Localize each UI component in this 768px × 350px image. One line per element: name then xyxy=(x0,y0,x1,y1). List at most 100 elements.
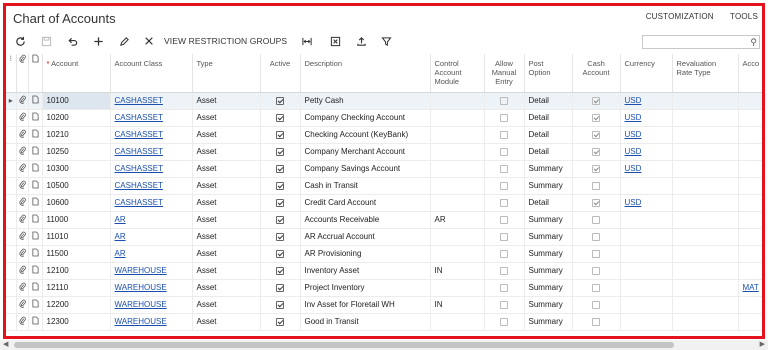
type-cell[interactable]: Asset xyxy=(192,245,261,263)
account-class-link[interactable]: CASHASSET xyxy=(115,96,163,105)
type-cell[interactable]: Asset xyxy=(192,194,261,212)
currency-cell[interactable] xyxy=(620,228,673,246)
active-cell[interactable] xyxy=(260,262,301,280)
control-module-cell[interactable] xyxy=(430,177,485,195)
currency-cell[interactable] xyxy=(620,245,673,263)
post-option-cell[interactable]: Summary xyxy=(524,262,573,280)
attachment-icon[interactable] xyxy=(16,313,29,331)
active-checkbox[interactable] xyxy=(276,198,284,207)
accounting-group-cell[interactable] xyxy=(738,211,762,229)
cash-account-cell[interactable] xyxy=(572,313,621,331)
currency-cell[interactable]: USD xyxy=(620,92,673,110)
account-class-link[interactable]: WAREHOUSE xyxy=(115,266,167,275)
account-class-link[interactable]: WAREHOUSE xyxy=(115,283,167,292)
account-class-cell[interactable]: CASHASSET xyxy=(110,92,193,110)
table-row[interactable]: 12100 WAREHOUSE Asset Inventory Asset IN Summ… xyxy=(6,262,762,280)
manual-entry-cell[interactable] xyxy=(484,177,525,195)
table-row[interactable]: 11010 AR Asset AR Accrual Account Summary xyxy=(6,228,762,246)
description-cell[interactable]: Accounts Receivable xyxy=(300,211,431,229)
accounting-group-cell[interactable]: MAT xyxy=(738,279,762,297)
description-cell[interactable]: Inventory Asset xyxy=(300,262,431,280)
currency-cell[interactable]: USD xyxy=(620,194,673,212)
col-account[interactable]: * Account xyxy=(42,54,111,93)
currency-link[interactable]: USD xyxy=(625,147,642,156)
table-row[interactable]: 11000 AR Asset Accounts Receivable AR Summary xyxy=(6,211,762,229)
account-cell[interactable]: 10200 xyxy=(42,109,111,127)
accounting-group-cell[interactable] xyxy=(738,160,762,178)
account-class-cell[interactable]: WAREHOUSE xyxy=(110,296,193,314)
account-class-link[interactable]: AR xyxy=(115,232,126,241)
tools-link[interactable]: TOOLS xyxy=(730,12,758,21)
table-row[interactable]: 10300 CASHASSET Asset Company Savings Accou… xyxy=(6,160,762,178)
row-selector[interactable] xyxy=(6,296,17,314)
attachment-icon[interactable] xyxy=(16,262,29,280)
col-accounting-group[interactable]: Acco xyxy=(738,54,762,93)
row-selector[interactable] xyxy=(6,279,17,297)
accounting-group-cell[interactable] xyxy=(738,262,762,280)
active-checkbox[interactable] xyxy=(276,147,284,156)
account-cell[interactable]: 11010 xyxy=(42,228,111,246)
currency-cell[interactable]: USD xyxy=(620,160,673,178)
active-checkbox[interactable] xyxy=(276,283,284,292)
row-selector[interactable]: ▸ xyxy=(6,92,17,110)
attachment-icon[interactable] xyxy=(16,109,29,127)
revaluation-cell[interactable] xyxy=(672,279,739,297)
revaluation-cell[interactable] xyxy=(672,109,739,127)
row-selector[interactable] xyxy=(6,160,17,178)
active-checkbox[interactable] xyxy=(276,266,284,275)
account-cell[interactable]: 10600 xyxy=(42,194,111,212)
active-cell[interactable] xyxy=(260,194,301,212)
currency-cell[interactable] xyxy=(620,296,673,314)
active-checkbox[interactable] xyxy=(276,317,284,326)
cash-account-cell[interactable] xyxy=(572,194,621,212)
type-cell[interactable]: Asset xyxy=(192,92,261,110)
col-account-class[interactable]: Account Class xyxy=(110,54,193,93)
account-cell[interactable]: 10500 xyxy=(42,177,111,195)
note-icon[interactable] xyxy=(28,126,43,144)
account-class-link[interactable]: AR xyxy=(115,215,126,224)
active-cell[interactable] xyxy=(260,245,301,263)
account-class-link[interactable]: CASHASSET xyxy=(115,113,163,122)
currency-cell[interactable] xyxy=(620,262,673,280)
manual-entry-cell[interactable] xyxy=(484,245,525,263)
row-selector[interactable] xyxy=(6,245,17,263)
control-module-cell[interactable] xyxy=(430,228,485,246)
currency-link[interactable]: USD xyxy=(625,198,642,207)
active-checkbox[interactable] xyxy=(276,300,284,309)
table-row[interactable]: 10210 CASHASSET Asset Checking Account (Key… xyxy=(6,126,762,144)
manual-entry-cell[interactable] xyxy=(484,262,525,280)
account-class-link[interactable]: WAREHOUSE xyxy=(115,300,167,309)
col-cash-account[interactable]: Cash Account xyxy=(572,54,621,93)
account-class-link[interactable]: WAREHOUSE xyxy=(115,317,167,326)
filter-icon[interactable] xyxy=(378,33,394,49)
scroll-left-icon[interactable]: ◀ xyxy=(3,340,8,348)
revaluation-cell[interactable] xyxy=(672,262,739,280)
view-restriction-groups-button[interactable]: VIEW RESTRICTION GROUPS xyxy=(164,36,287,46)
manual-entry-cell[interactable] xyxy=(484,228,525,246)
account-class-cell[interactable]: CASHASSET xyxy=(110,194,193,212)
description-cell[interactable]: Petty Cash xyxy=(300,92,431,110)
table-row[interactable]: 10600 CASHASSET Asset Credit Card Account De… xyxy=(6,194,762,212)
description-cell[interactable]: Credit Card Account xyxy=(300,194,431,212)
active-cell[interactable] xyxy=(260,160,301,178)
accounting-group-cell[interactable] xyxy=(738,126,762,144)
account-cell[interactable]: 11500 xyxy=(42,245,111,263)
currency-cell[interactable] xyxy=(620,211,673,229)
row-selector-header[interactable]: ⁝ xyxy=(6,54,17,93)
revaluation-cell[interactable] xyxy=(672,194,739,212)
revaluation-cell[interactable] xyxy=(672,92,739,110)
description-cell[interactable]: Company Merchant Account xyxy=(300,143,431,161)
manual-entry-cell[interactable] xyxy=(484,313,525,331)
table-row[interactable]: 12300 WAREHOUSE Asset Good in Transit Summar… xyxy=(6,313,762,331)
cash-account-cell[interactable] xyxy=(572,228,621,246)
cash-account-cell[interactable] xyxy=(572,109,621,127)
save-icon[interactable] xyxy=(38,33,54,49)
active-checkbox[interactable] xyxy=(276,164,284,173)
active-checkbox[interactable] xyxy=(276,96,284,105)
cash-account-cell[interactable] xyxy=(572,92,621,110)
row-selector[interactable] xyxy=(6,109,17,127)
accounting-group-cell[interactable] xyxy=(738,194,762,212)
control-module-cell[interactable] xyxy=(430,160,485,178)
accounting-group-cell[interactable] xyxy=(738,313,762,331)
attachment-icon[interactable] xyxy=(16,194,29,212)
